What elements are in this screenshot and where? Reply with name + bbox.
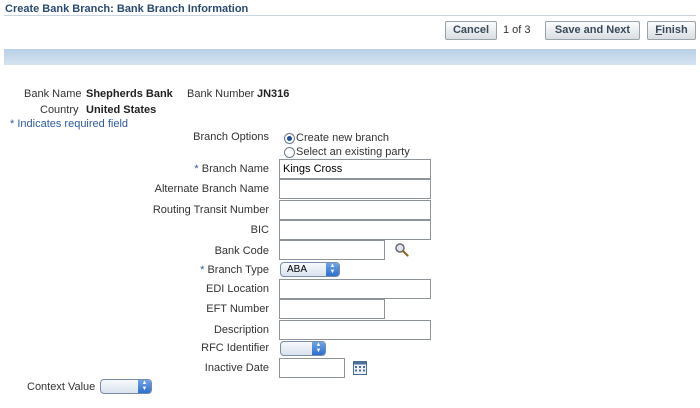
- bank-number-label: Bank Number: [187, 88, 255, 100]
- bank-code-input[interactable]: [279, 240, 385, 260]
- cancel-button[interactable]: Cancel: [445, 21, 497, 40]
- alternate-branch-name-input[interactable]: [279, 179, 431, 199]
- inactive-date-label: Inactive Date: [204, 362, 269, 374]
- routing-transit-number-input[interactable]: [279, 200, 431, 220]
- description-input[interactable]: [279, 320, 431, 340]
- step-indicator: 1 of 3: [503, 24, 531, 36]
- branch-options-label: Branch Options: [193, 131, 269, 143]
- bank-number-value: JN316: [257, 88, 290, 100]
- context-value-label: Context Value: [27, 381, 96, 393]
- bank-name-value: Shepherds Bank: [86, 88, 173, 100]
- finish-label-rest: inish: [662, 24, 688, 36]
- bic-input[interactable]: [279, 220, 431, 240]
- branch-type-select[interactable]: ABA ▲ ▼: [280, 262, 340, 277]
- branch-name-label-text: Branch Name: [201, 163, 269, 175]
- edi-location-input[interactable]: [279, 279, 431, 299]
- search-icon[interactable]: [394, 242, 409, 257]
- routing-transit-number-label: Routing Transit Number: [152, 204, 269, 216]
- branch-name-input[interactable]: [279, 159, 431, 179]
- alternate-branch-name-label: Alternate Branch Name: [154, 183, 269, 195]
- bic-label: BIC: [250, 224, 269, 236]
- rfc-identifier-label: RFC Identifier: [201, 342, 269, 354]
- branch-type-label: * Branch Type: [200, 264, 269, 276]
- branch-name-label: * Branch Name: [194, 163, 269, 175]
- country-value: United States: [86, 104, 157, 116]
- eft-number-label: EFT Number: [206, 303, 269, 315]
- bank-name-label: Bank Name: [24, 88, 82, 100]
- description-label: Description: [213, 324, 269, 336]
- header-band: [4, 49, 696, 65]
- title-divider: [4, 15, 696, 16]
- context-value-select[interactable]: ▲ ▼: [100, 379, 152, 394]
- eft-number-input[interactable]: [279, 299, 385, 319]
- create-new-branch-radio[interactable]: [284, 133, 295, 144]
- save-and-next-button[interactable]: Save and Next: [545, 21, 640, 40]
- required-note: * Indicates required field: [10, 118, 129, 130]
- bank-code-label: Bank Code: [214, 245, 269, 257]
- page-title: Create Bank Branch: Bank Branch Informat…: [5, 3, 249, 15]
- inactive-date-input[interactable]: [279, 358, 345, 378]
- updown-arrows-icon: ▲ ▼: [138, 380, 151, 393]
- updown-arrows-icon: ▲ ▼: [312, 342, 325, 355]
- calendar-icon[interactable]: [353, 361, 367, 375]
- finish-button[interactable]: Finish: [647, 21, 696, 40]
- branch-type-value: ABA: [287, 264, 308, 275]
- select-existing-party-label: Select an existing party: [296, 146, 410, 158]
- rfc-identifier-select[interactable]: ▲ ▼: [280, 341, 326, 356]
- select-existing-party-radio[interactable]: [284, 147, 295, 158]
- country-label: Country: [40, 104, 79, 116]
- edi-location-label: EDI Location: [206, 283, 269, 295]
- required-marker: *: [194, 163, 202, 175]
- branch-type-label-text: Branch Type: [207, 264, 269, 276]
- create-new-branch-label: Create new branch: [296, 132, 389, 144]
- updown-arrows-icon: ▲ ▼: [326, 263, 339, 276]
